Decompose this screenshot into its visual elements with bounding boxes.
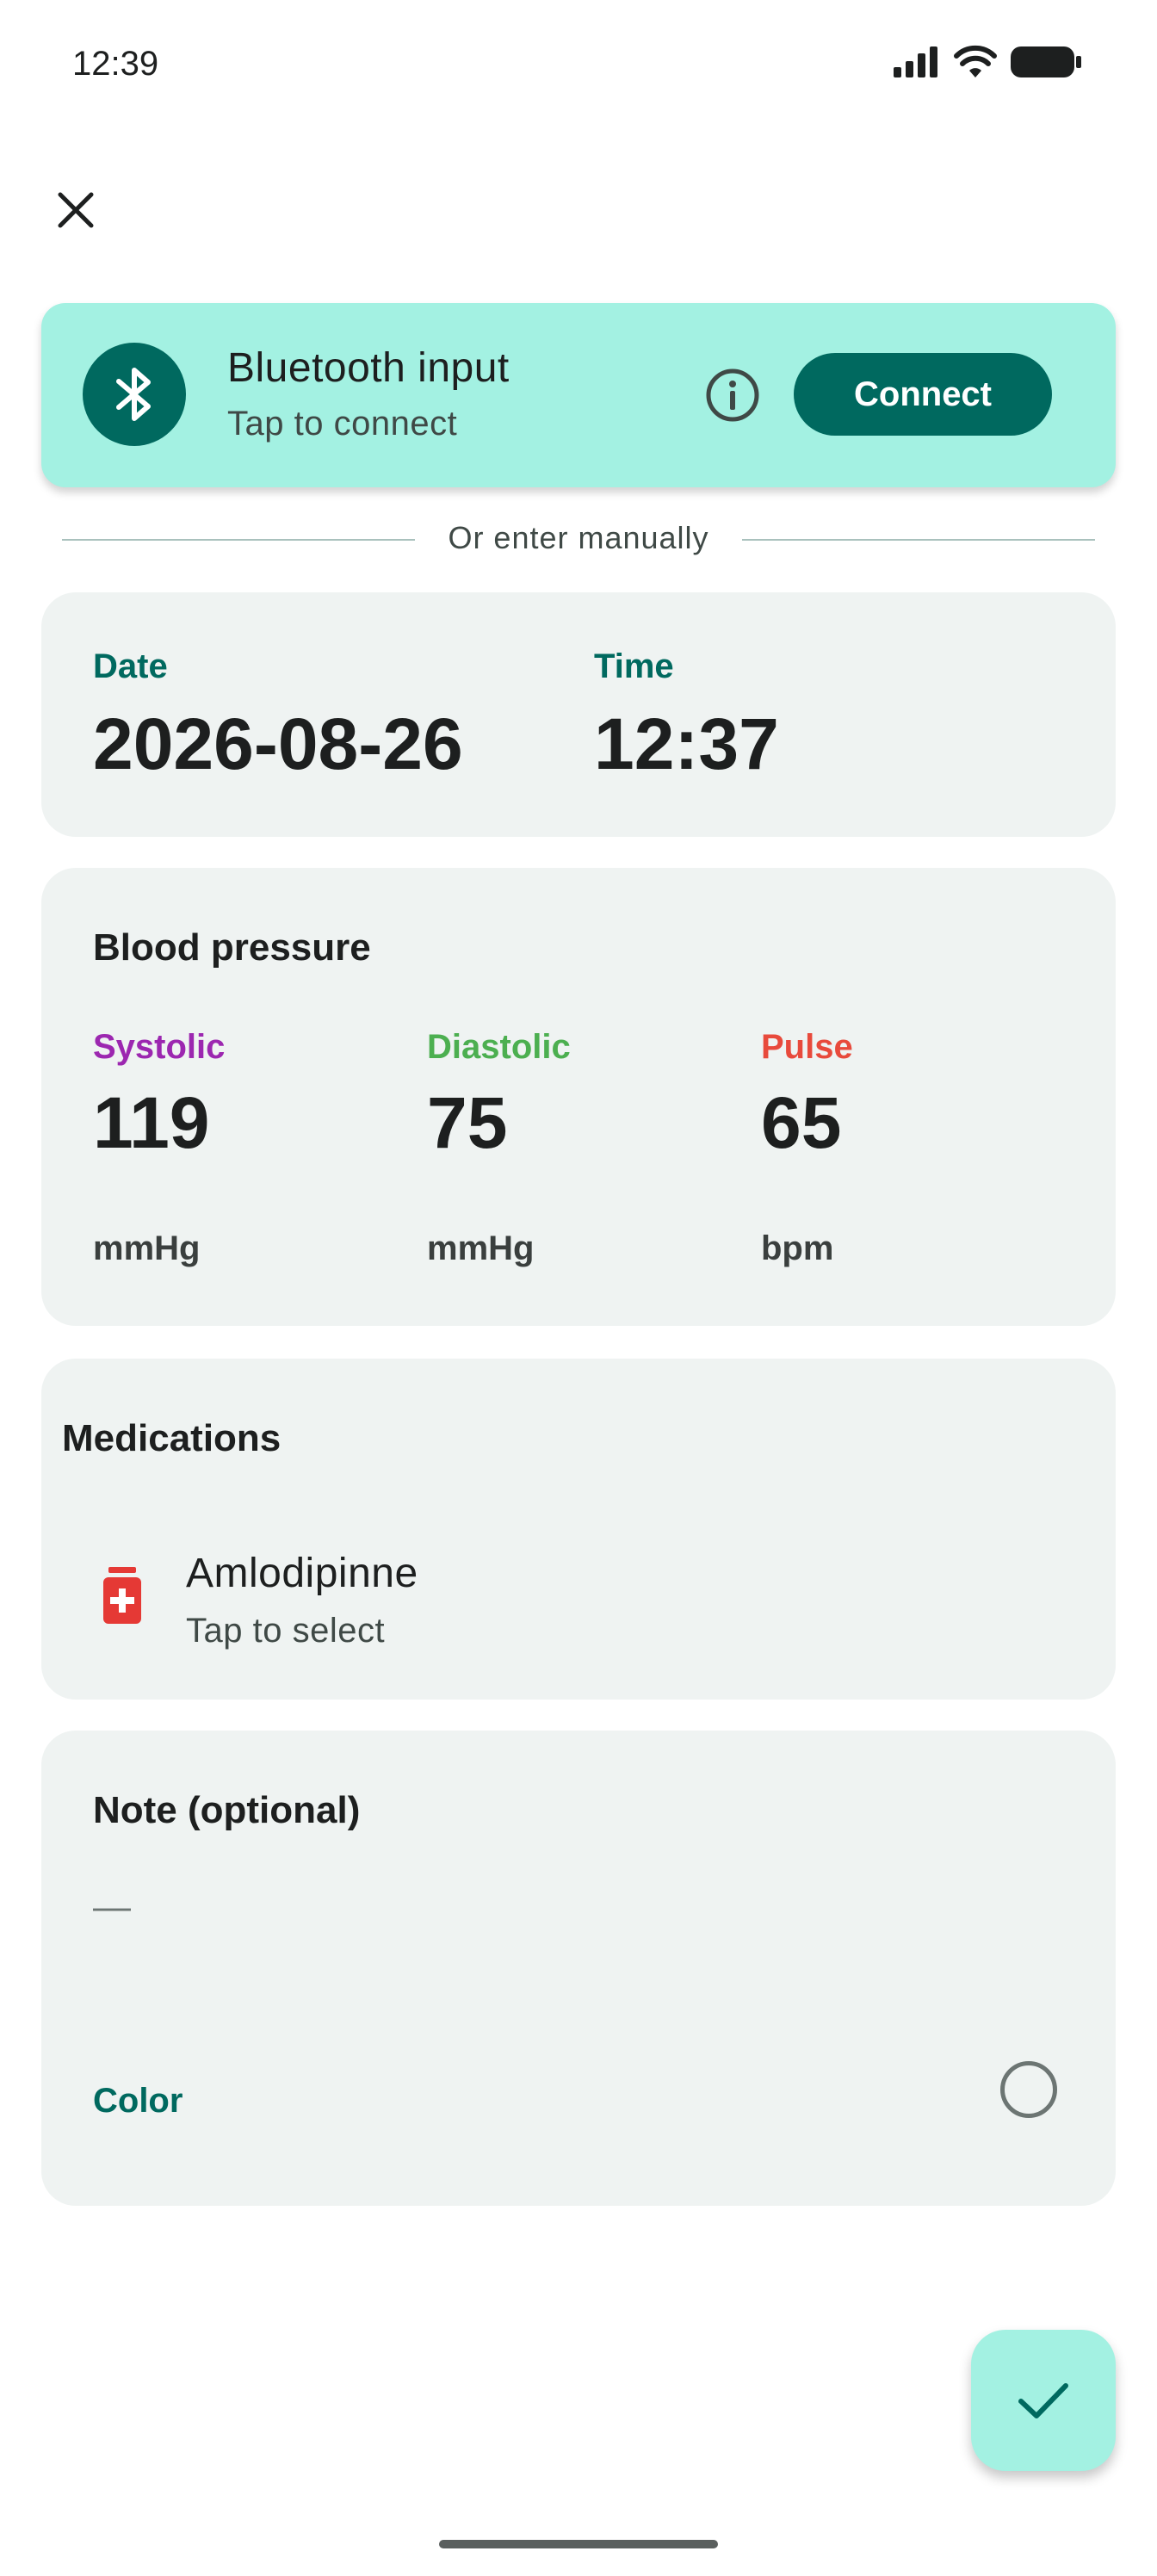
status-time: 12:39	[72, 45, 159, 83]
wifi-icon	[954, 45, 997, 77]
medication-subtitle: Tap to select	[186, 1612, 386, 1650]
systolic-unit: mmHg	[93, 1229, 201, 1267]
note-input[interactable]: —	[93, 1886, 1074, 1954]
systolic-label: Systolic	[93, 1028, 226, 1066]
bluetooth-title: Bluetooth input	[227, 345, 510, 391]
systolic-value: 119	[93, 1082, 210, 1163]
diastolic-unit: mmHg	[427, 1229, 535, 1267]
note-card: Note (optional) — Color	[41, 1731, 1116, 2206]
date-time-card: Date 2026-08-26 Time 12:37	[41, 592, 1116, 837]
blood-pressure-title: Blood pressure	[93, 926, 371, 969]
divider-text: Or enter manually	[448, 520, 709, 555]
note-title: Note (optional)	[93, 1789, 361, 1831]
status-icons	[894, 45, 1083, 79]
bluetooth-subtitle: Tap to connect	[227, 405, 458, 443]
diastolic-value: 75	[427, 1082, 508, 1163]
time-label: Time	[594, 647, 674, 685]
date-label: Date	[93, 647, 168, 685]
color-swatch[interactable]	[1000, 2061, 1057, 2118]
close-icon	[58, 192, 94, 228]
pulse-value: 65	[761, 1082, 842, 1163]
connect-button[interactable]: Connect	[794, 353, 1052, 436]
color-label: Color	[93, 2082, 183, 2120]
date-value: 2026-08-26	[93, 703, 463, 784]
diastolic-label: Diastolic	[427, 1028, 571, 1066]
pulse-label: Pulse	[761, 1028, 853, 1066]
medication-name: Amlodipinne	[186, 1551, 418, 1596]
manual-entry-divider: Or enter manually	[62, 520, 1095, 558]
blood-pressure-card: Blood pressure Systolic 119 mmHg Diastol…	[41, 868, 1116, 1326]
signal-icon	[894, 46, 937, 77]
check-icon	[1018, 2383, 1068, 2418]
bluetooth-icon	[116, 368, 151, 421]
medications-title: Medications	[62, 1417, 282, 1459]
medications-card: Medications Amlodipinne Tap to select	[41, 1359, 1116, 1700]
bluetooth-card[interactable]: Bluetooth input Tap to connect Connect	[41, 303, 1116, 487]
home-indicator[interactable]	[439, 2540, 718, 2548]
bluetooth-icon-container	[83, 343, 186, 446]
medication-bottle-icon	[103, 1567, 141, 1624]
pulse-unit: bpm	[761, 1229, 834, 1267]
info-icon[interactable]	[702, 365, 763, 425]
battery-icon	[1011, 46, 1081, 77]
divider-line-right	[742, 539, 1095, 541]
time-value: 12:37	[594, 703, 779, 784]
close-button[interactable]	[45, 179, 107, 241]
save-button[interactable]	[971, 2330, 1116, 2471]
